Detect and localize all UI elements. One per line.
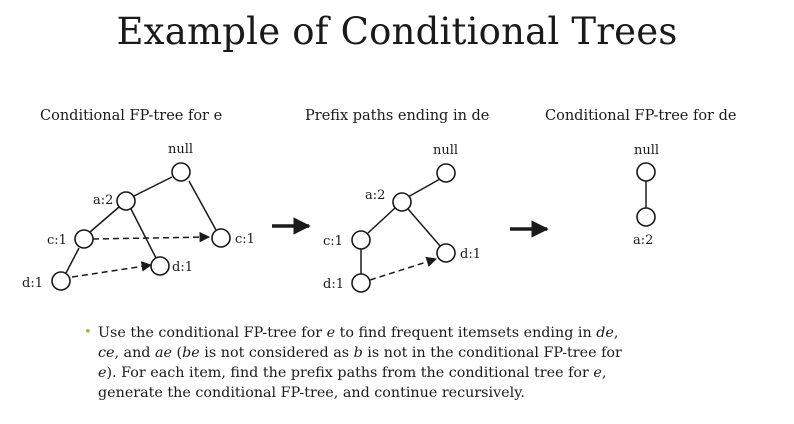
edge2-a-d (407, 208, 442, 248)
node2-c (351, 230, 371, 250)
bullet-list: • Use the conditional FP-tree for e to f… (84, 323, 724, 403)
node3-a (636, 207, 656, 227)
node-c (74, 229, 94, 249)
link2-d-d (369, 256, 438, 281)
edge-a-c (89, 206, 120, 233)
node-null (171, 162, 191, 182)
label-a: a:2 (93, 193, 113, 208)
node3-null (636, 162, 656, 182)
node2-a (392, 192, 412, 212)
label2-d: d:1 (323, 277, 344, 292)
label3-null: null (634, 143, 659, 158)
node-a (116, 191, 136, 211)
label-d: d:1 (22, 276, 43, 291)
label2-d-right: d:1 (460, 247, 481, 262)
node2-null (436, 163, 456, 183)
node2-d (351, 273, 371, 293)
label-c-right: c:1 (235, 232, 255, 247)
bullet-marker: • (84, 325, 92, 340)
link-d-d (71, 261, 153, 278)
edge2-null-a (407, 178, 441, 198)
edge-c-d (65, 247, 80, 274)
node-c-right (211, 228, 231, 248)
edge-a-d (130, 208, 157, 259)
node-d (51, 271, 71, 291)
edge-null-c (188, 180, 217, 231)
label2-a: a:2 (365, 188, 385, 203)
label-null: null (168, 142, 193, 157)
bullet-text: Use the conditional FP-tree for e to fin… (98, 325, 622, 401)
panel1-tree (65, 176, 217, 278)
label3-a: a:2 (633, 233, 653, 248)
node-d-mid (150, 256, 170, 276)
link-c-c (92, 231, 211, 243)
label-d-mid: d:1 (172, 260, 193, 275)
bullet-item: • Use the conditional FP-tree for e to f… (84, 323, 724, 403)
label-c: c:1 (47, 233, 67, 248)
label2-null: null (433, 143, 458, 158)
node2-d-right (436, 243, 456, 263)
edge-null-a (133, 176, 173, 197)
label2-c: c:1 (323, 234, 343, 249)
edge2-a-c (367, 207, 396, 234)
